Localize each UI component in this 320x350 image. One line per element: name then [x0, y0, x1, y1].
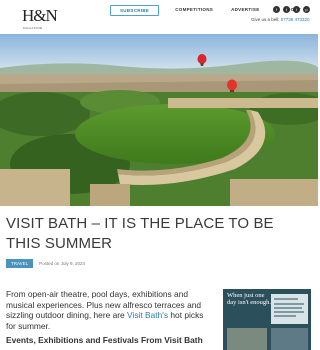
logo-wordmark: H&N [22, 6, 58, 25]
subscribe-button[interactable]: SUBSCRIBE [110, 4, 160, 16]
call-us: Give us a bell: 07738 473320 [251, 17, 310, 23]
nav-advertise[interactable]: ADVERTISE [231, 4, 259, 16]
site-header: H&N MAGAZINE SUBSCRIBE COMPETITIONS ADVE… [0, 0, 318, 34]
category-tag[interactable]: TRAVEL [6, 259, 34, 268]
advert-card-line [274, 315, 296, 317]
visit-bath-link[interactable]: Visit Bath's [127, 310, 168, 320]
social-links: f t i p [273, 6, 313, 13]
facebook-icon[interactable]: f [273, 6, 280, 13]
instagram-icon[interactable]: i [293, 6, 300, 13]
article-meta: TRAVEL Posted on July 9, 2024 [6, 259, 85, 268]
logo-subtitle: MAGAZINE [23, 26, 43, 30]
advert-headline: When just one day isn't enough. [227, 292, 271, 306]
hero-image [0, 34, 318, 206]
call-us-label: Give us a bell: [251, 17, 280, 22]
advert-photo [227, 328, 267, 350]
site-logo[interactable]: H&N MAGAZINE [22, 6, 58, 30]
nav-competitions[interactable]: COMPETITIONS [175, 4, 213, 16]
article-subheading: Events, Exhibitions and Festivals From V… [6, 335, 203, 345]
advert-card-line [274, 298, 298, 300]
article-title: VISIT BATH – IT IS THE PLACE TO BE THIS … [6, 215, 274, 252]
advert-card [271, 294, 308, 324]
posted-date: Posted on July 9, 2024 [39, 261, 85, 266]
advert-card-line [274, 303, 304, 305]
advert-card-line [274, 311, 304, 313]
sidebar-advert[interactable]: When just one day isn't enough. [223, 289, 311, 350]
article-lead: From open-air theatre, pool days, exhibi… [6, 289, 206, 331]
advert-photo [271, 328, 308, 350]
twitter-icon[interactable]: t [283, 6, 290, 13]
advert-card-line [274, 307, 302, 309]
phone-link[interactable]: 07738 473320 [281, 17, 310, 22]
royal-crescent-aerial-image [0, 34, 318, 206]
pinterest-icon[interactable]: p [303, 6, 310, 13]
